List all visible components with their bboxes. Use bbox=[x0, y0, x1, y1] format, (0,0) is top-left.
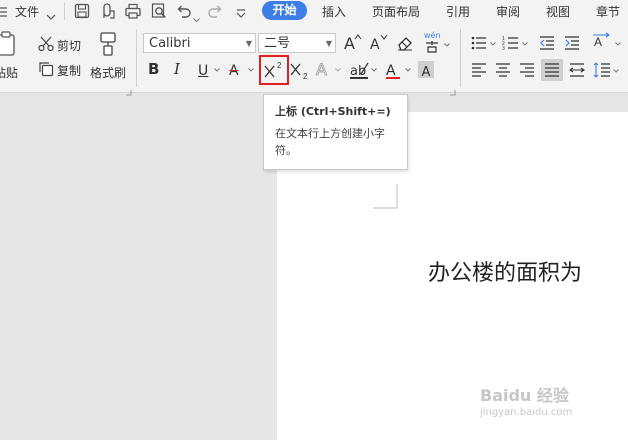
character-shading-glyph: A bbox=[421, 65, 431, 80]
copy-icon bbox=[37, 60, 55, 78]
decrease-font-size-button[interactable]: A bbox=[370, 34, 388, 53]
character-shading-button[interactable]: A bbox=[418, 61, 434, 80]
phonetic-guide-glyph: wén bbox=[424, 31, 441, 40]
highlight-button[interactable]: ab bbox=[350, 60, 378, 80]
font-size-chevron-down-icon: ▼ bbox=[325, 39, 332, 48]
decrease-indent-icon[interactable] bbox=[538, 34, 556, 52]
bold-button[interactable]: B bbox=[148, 60, 159, 78]
align-left-icon[interactable] bbox=[470, 61, 488, 79]
tab-chapter[interactable]: 章节 bbox=[596, 3, 620, 20]
format-painter-icon[interactable] bbox=[96, 31, 120, 57]
italic-button[interactable]: I bbox=[174, 60, 180, 78]
increase-indent-icon[interactable] bbox=[563, 34, 581, 52]
font-launcher-icon[interactable] bbox=[450, 81, 456, 100]
ribbon-separator-font bbox=[460, 29, 461, 87]
copy-button[interactable]: 复制 bbox=[57, 62, 81, 79]
svg-text:A: A bbox=[594, 35, 602, 49]
numbered-list-icon[interactable]: 123 bbox=[502, 34, 520, 52]
print-preview-icon[interactable] bbox=[150, 2, 168, 20]
highlight-color-bar bbox=[350, 77, 368, 79]
menu-icon[interactable] bbox=[0, 4, 8, 18]
underline-button[interactable]: U bbox=[198, 60, 222, 80]
strikethrough-glyph: A bbox=[229, 63, 239, 79]
text-effect-button[interactable]: A bbox=[316, 60, 342, 80]
document-text[interactable]: 办公楼的面积为 bbox=[428, 255, 582, 287]
cut-button[interactable]: 剪切 bbox=[57, 37, 81, 54]
increase-font-size-button[interactable]: A bbox=[344, 34, 362, 53]
paste-button-label[interactable]: 粘贴 bbox=[0, 64, 18, 81]
line-spacing-icon[interactable] bbox=[593, 61, 611, 79]
baidu-watermark: Baidu 经验 jingyan.baidu.com bbox=[480, 382, 620, 428]
tab-view[interactable]: 视图 bbox=[546, 3, 570, 20]
font-name-value: Calibri bbox=[149, 36, 191, 51]
tab-references[interactable]: 引用 bbox=[446, 3, 470, 20]
bulleted-list-chevron-down-icon[interactable] bbox=[490, 42, 496, 46]
font-color-bar bbox=[386, 77, 400, 79]
font-name-chevron-down-icon: ▼ bbox=[245, 39, 252, 48]
phonetic-guide-button[interactable]: wén bbox=[422, 31, 450, 53]
subscript-icon[interactable]: 2 bbox=[289, 60, 311, 81]
superscript-highlight-box bbox=[259, 55, 289, 85]
menu-bar: 文件 开始 插入 页面布局 引用 审阅 视图 章节 bbox=[0, 0, 628, 23]
clear-formatting-eraser-icon[interactable] bbox=[396, 34, 414, 52]
page-margin-corner-mark bbox=[373, 184, 398, 209]
svg-text:2: 2 bbox=[303, 72, 308, 80]
menu-separator bbox=[64, 3, 65, 20]
watermark-main-text: Baidu 经验 bbox=[480, 386, 569, 405]
font-color-button[interactable]: A bbox=[386, 60, 412, 80]
distributed-align-icon[interactable] bbox=[568, 61, 586, 79]
line-spacing-chevron-down-icon[interactable] bbox=[613, 69, 619, 73]
ribbon-home: 粘贴 剪切 复制 格式刷 Calibri ▼ 二号 ▼ A A wén B I bbox=[0, 23, 628, 96]
numbered-list-chevron-down-icon[interactable] bbox=[522, 42, 528, 46]
align-center-icon[interactable] bbox=[494, 61, 512, 79]
font-size-select[interactable]: 二号 ▼ bbox=[258, 33, 336, 53]
watermark-url-text: jingyan.baidu.com bbox=[480, 407, 573, 418]
export-pdf-icon[interactable] bbox=[99, 2, 117, 20]
format-painter-button[interactable]: 格式刷 bbox=[90, 64, 126, 81]
tab-review[interactable]: 审阅 bbox=[496, 3, 520, 20]
print-icon[interactable] bbox=[124, 2, 142, 20]
font-name-select[interactable]: Calibri ▼ bbox=[143, 33, 256, 53]
paste-icon[interactable] bbox=[0, 31, 20, 57]
shrink-font-glyph: A bbox=[370, 37, 380, 53]
undo-icon[interactable] bbox=[175, 2, 193, 20]
font-size-value: 二号 bbox=[264, 36, 291, 51]
tooltip-title: 上标 (Ctrl+Shift+=) bbox=[275, 105, 391, 118]
clipboard-launcher-icon[interactable] bbox=[126, 81, 132, 100]
text-effect-glyph: A bbox=[316, 60, 328, 80]
bulleted-list-icon[interactable] bbox=[470, 34, 488, 52]
justify-icon[interactable] bbox=[541, 59, 563, 81]
menu-file[interactable]: 文件 bbox=[15, 3, 39, 20]
scissors-icon bbox=[37, 35, 55, 53]
tooltip-description: 在文本行上方创建小字符。 bbox=[275, 127, 385, 157]
underline-glyph: U bbox=[198, 63, 209, 79]
text-direction-icon[interactable]: A bbox=[592, 32, 614, 52]
svg-text:3: 3 bbox=[502, 46, 505, 52]
tab-page-layout[interactable]: 页面布局 bbox=[372, 3, 420, 20]
ribbon-separator-clipboard bbox=[136, 29, 137, 87]
strikethrough-button[interactable]: A bbox=[229, 60, 255, 80]
text-direction-chevron-down-icon[interactable] bbox=[615, 42, 621, 46]
quick-access-customize-chevron-icon[interactable] bbox=[236, 5, 246, 24]
superscript-tooltip: 上标 (Ctrl+Shift+=) 在文本行上方创建小字符。 bbox=[263, 94, 408, 170]
tab-home[interactable]: 开始 bbox=[262, 1, 307, 20]
align-right-icon[interactable] bbox=[518, 61, 536, 79]
redo-icon[interactable] bbox=[206, 2, 224, 20]
save-icon[interactable] bbox=[73, 2, 91, 20]
tab-insert[interactable]: 插入 bbox=[322, 3, 346, 20]
